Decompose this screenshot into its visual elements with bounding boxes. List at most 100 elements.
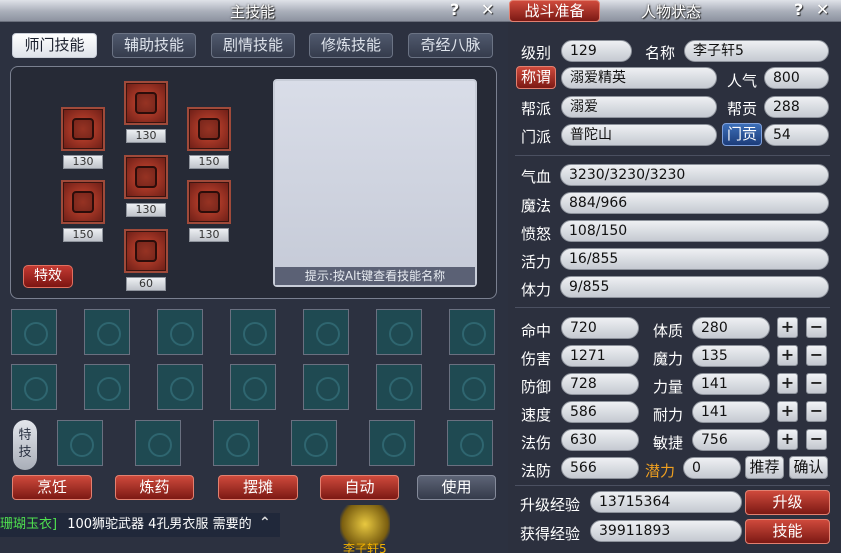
endurance-plus-button[interactable]: + xyxy=(777,401,798,422)
upgrade-button[interactable]: 升级 xyxy=(745,490,830,515)
strength-plus-button[interactable]: + xyxy=(777,373,798,394)
speed-value: 586 xyxy=(561,401,639,423)
skills-button[interactable]: 技能 xyxy=(745,519,830,544)
help-icon[interactable]: ? xyxy=(450,0,459,19)
spell-damage-label: 法伤 xyxy=(521,434,552,452)
help-icon[interactable]: ? xyxy=(794,0,803,19)
special-skill-slot[interactable] xyxy=(135,420,181,466)
constitution-plus-button[interactable]: + xyxy=(777,317,798,338)
auto-button[interactable]: 自动 xyxy=(320,475,399,500)
item-slot[interactable] xyxy=(303,309,349,355)
tab-meridians[interactable]: 奇经八脉 xyxy=(408,33,493,58)
item-slot[interactable] xyxy=(230,364,276,410)
chat-message: 100狮驼武器 4孔男衣服 需要的 xyxy=(67,517,252,532)
chevron-up-icon[interactable]: ⌃ xyxy=(259,515,271,531)
endurance-label: 耐力 xyxy=(653,406,684,424)
stall-button[interactable]: 摆摊 xyxy=(218,475,298,500)
right-title-bar[interactable]: 战斗准备 人物状态 ? ✕ xyxy=(508,0,841,22)
level-label: 级别 xyxy=(521,44,552,62)
honor-button[interactable]: 称谓 xyxy=(516,66,556,89)
guild-contrib-value: 288 xyxy=(764,96,829,118)
level-value: 129 xyxy=(561,40,632,62)
potential-label: 潜力 xyxy=(645,462,676,480)
special-skill-slot[interactable] xyxy=(57,420,103,466)
confirm-button[interactable]: 确认 xyxy=(789,456,828,479)
skill-icon-1[interactable] xyxy=(61,107,105,151)
cook-button[interactable]: 烹饪 xyxy=(12,475,92,500)
constitution-minus-button[interactable]: − xyxy=(806,317,827,338)
item-slot[interactable] xyxy=(84,309,130,355)
honor-value: 溺爱精英 xyxy=(561,67,717,89)
special-skill-slot[interactable] xyxy=(213,420,259,466)
popularity-value: 800 xyxy=(764,67,829,89)
tab-sect-skills[interactable]: 师门技能 xyxy=(12,33,97,58)
agility-minus-button[interactable]: − xyxy=(806,429,827,450)
skill-icon-5[interactable] xyxy=(61,180,105,224)
spell-defense-label: 法防 xyxy=(521,462,552,480)
sect-contrib-value: 54 xyxy=(764,124,829,146)
potential-value: 0 xyxy=(683,457,741,479)
recommend-button[interactable]: 推荐 xyxy=(745,456,784,479)
sect-contrib-button[interactable]: 门贡 xyxy=(722,123,762,146)
tab-battle-prep[interactable]: 战斗准备 xyxy=(509,0,600,22)
strength-minus-button[interactable]: − xyxy=(806,373,827,394)
right-panel-title: 人物状态 xyxy=(641,3,702,21)
item-slot[interactable] xyxy=(11,364,57,410)
close-icon[interactable]: ✕ xyxy=(816,0,829,19)
special-skill-slot[interactable] xyxy=(369,420,415,466)
agility-plus-button[interactable]: + xyxy=(777,429,798,450)
skill-icon-4[interactable] xyxy=(124,155,168,199)
agility-label: 敏捷 xyxy=(653,434,684,452)
crown-icon xyxy=(135,240,157,262)
circle-seal-icon xyxy=(72,191,94,213)
item-slot[interactable] xyxy=(157,309,203,355)
hp-label: 气血 xyxy=(521,168,552,186)
strength-label: 力量 xyxy=(653,378,684,396)
tower-icon xyxy=(72,118,94,140)
main-skill-panel: 主技能 ? ✕ 师门技能 辅助技能 剧情技能 修炼技能 奇经八脉 130 130… xyxy=(0,0,508,553)
endurance-value: 141 xyxy=(692,401,770,423)
popularity-label: 人气 xyxy=(727,72,758,90)
skill-icon-7[interactable] xyxy=(124,229,168,273)
special-skill-slot[interactable] xyxy=(291,420,337,466)
spell-damage-value: 630 xyxy=(561,429,639,451)
guild-value: 溺爱 xyxy=(561,96,717,118)
mp-label: 魔法 xyxy=(521,197,552,215)
anger-value: 108/150 xyxy=(560,220,829,242)
tab-cultivation-skills[interactable]: 修炼技能 xyxy=(309,33,393,58)
skill-level: 130 xyxy=(126,129,166,143)
special-skill-slot[interactable] xyxy=(447,420,493,466)
claw-icon xyxy=(135,166,157,188)
special-skill-label: 特技 xyxy=(13,420,37,470)
magic-plus-button[interactable]: + xyxy=(777,345,798,366)
close-icon[interactable]: ✕ xyxy=(481,0,494,19)
endurance-minus-button[interactable]: − xyxy=(806,401,827,422)
skill-icon-3[interactable] xyxy=(187,107,231,151)
preview-hint: 提示:按Alt键查看技能名称 xyxy=(275,267,475,285)
item-slot[interactable] xyxy=(157,364,203,410)
guild-label: 帮派 xyxy=(521,100,552,118)
skill-level: 150 xyxy=(63,228,103,242)
effect-button[interactable]: 特效 xyxy=(23,265,73,288)
item-slot[interactable] xyxy=(376,309,422,355)
left-panel-title: 主技能 xyxy=(230,3,276,21)
item-slot[interactable] xyxy=(449,309,495,355)
item-slot[interactable] xyxy=(376,364,422,410)
magic-minus-button[interactable]: − xyxy=(806,345,827,366)
skill-icon-2[interactable] xyxy=(124,81,168,125)
left-title-bar[interactable]: 主技能 ? ✕ xyxy=(0,0,508,22)
skill-icon-6[interactable] xyxy=(187,180,231,224)
skill-level: 130 xyxy=(189,228,229,242)
spell-defense-value: 566 xyxy=(561,457,639,479)
item-slot[interactable] xyxy=(11,309,57,355)
name-label: 名称 xyxy=(645,44,676,62)
skill-level: 60 xyxy=(126,277,166,291)
alchemy-button[interactable]: 炼药 xyxy=(115,475,194,500)
item-slot[interactable] xyxy=(303,364,349,410)
item-slot[interactable] xyxy=(230,309,276,355)
item-slot[interactable] xyxy=(449,364,495,410)
tab-story-skills[interactable]: 剧情技能 xyxy=(211,33,295,58)
use-button[interactable]: 使用 xyxy=(417,475,496,500)
item-slot[interactable] xyxy=(84,364,130,410)
tab-support-skills[interactable]: 辅助技能 xyxy=(112,33,196,58)
